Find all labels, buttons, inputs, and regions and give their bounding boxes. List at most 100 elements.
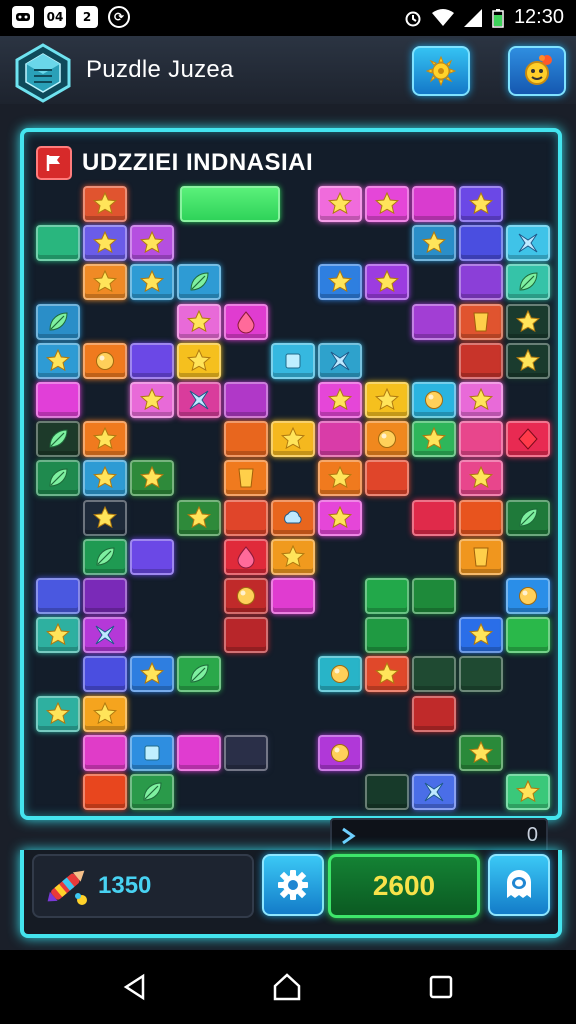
game-tile[interactable]	[318, 421, 362, 458]
game-tile[interactable]	[412, 225, 456, 262]
game-tile[interactable]	[177, 734, 221, 771]
game-tile[interactable]	[318, 382, 362, 418]
game-tile[interactable]	[130, 264, 174, 301]
game-tile[interactable]	[83, 460, 127, 497]
game-tile[interactable]	[412, 303, 456, 340]
game-tile[interactable]	[506, 342, 550, 379]
game-tile[interactable]	[36, 617, 80, 654]
game-tile[interactable]	[130, 538, 174, 575]
crystal-cube-icon[interactable]	[12, 42, 74, 104]
game-tile[interactable]	[412, 695, 456, 732]
game-tile[interactable]	[271, 421, 315, 458]
game-tile[interactable]	[36, 303, 80, 340]
game-tile[interactable]	[224, 734, 268, 771]
home-icon[interactable]	[272, 972, 302, 1002]
game-tile[interactable]	[224, 460, 268, 497]
game-tile[interactable]	[365, 617, 409, 654]
flower-badge-button[interactable]	[508, 46, 566, 96]
game-tile[interactable]	[412, 382, 456, 418]
game-tile[interactable]	[36, 421, 80, 458]
game-tile[interactable]	[365, 421, 409, 458]
game-tile[interactable]	[365, 656, 409, 693]
game-tile[interactable]	[224, 617, 268, 654]
game-tile[interactable]	[459, 499, 503, 536]
game-tile[interactable]	[459, 342, 503, 379]
game-tile[interactable]	[271, 342, 315, 379]
recents-square-icon[interactable]	[426, 972, 456, 1002]
game-tile[interactable]	[506, 303, 550, 340]
game-tile[interactable]	[130, 460, 174, 497]
game-tile[interactable]	[459, 656, 503, 693]
game-tile[interactable]	[83, 186, 127, 222]
game-tile[interactable]	[83, 617, 127, 654]
game-tile[interactable]	[318, 656, 362, 693]
game-tile[interactable]	[506, 617, 550, 654]
play-arrow-icon[interactable]	[338, 826, 358, 846]
game-tile[interactable]	[459, 382, 503, 418]
game-tile[interactable]	[412, 578, 456, 614]
game-tile[interactable]	[459, 264, 503, 301]
game-tile[interactable]	[506, 499, 550, 536]
game-tile[interactable]	[318, 342, 362, 379]
game-tile[interactable]	[318, 734, 362, 771]
game-tile[interactable]	[506, 225, 550, 262]
game-tile[interactable]	[83, 225, 127, 262]
game-tile[interactable]	[271, 538, 315, 575]
game-tile[interactable]	[83, 695, 127, 732]
game-tile[interactable]	[83, 578, 127, 614]
game-tile[interactable]	[365, 578, 409, 614]
game-tile[interactable]	[271, 499, 315, 536]
game-tile[interactable]	[271, 578, 315, 614]
game-tile[interactable]	[130, 734, 174, 771]
game-tile[interactable]	[36, 342, 80, 379]
game-tile[interactable]	[506, 774, 550, 810]
game-tile[interactable]	[459, 617, 503, 654]
game-tile[interactable]	[459, 186, 503, 222]
game-tile[interactable]	[177, 342, 221, 379]
game-tile[interactable]	[36, 460, 80, 497]
game-tile[interactable]	[318, 499, 362, 536]
game-tile[interactable]	[459, 303, 503, 340]
game-tile[interactable]	[36, 578, 80, 614]
sun-gear-button[interactable]	[412, 46, 470, 96]
game-tile[interactable]	[224, 578, 268, 614]
game-tile[interactable]	[83, 656, 127, 693]
game-tile[interactable]	[506, 421, 550, 458]
game-tile[interactable]	[83, 774, 127, 810]
game-tile[interactable]	[83, 499, 127, 536]
game-tile[interactable]	[459, 734, 503, 771]
game-tile[interactable]	[365, 460, 409, 497]
profile-button[interactable]	[488, 854, 550, 916]
game-tile[interactable]	[459, 225, 503, 262]
game-tile[interactable]	[318, 264, 362, 301]
game-tile[interactable]	[506, 578, 550, 614]
game-tile[interactable]	[412, 499, 456, 536]
game-tile[interactable]	[365, 264, 409, 301]
game-tile[interactable]	[365, 186, 409, 222]
game-tile[interactable]	[365, 774, 409, 810]
game-tile[interactable]	[83, 264, 127, 301]
game-tile[interactable]	[318, 186, 362, 222]
game-tile[interactable]	[83, 421, 127, 458]
game-tile[interactable]	[459, 421, 503, 458]
game-tile[interactable]	[506, 264, 550, 301]
game-tile[interactable]	[224, 382, 268, 418]
game-tile[interactable]	[36, 225, 80, 262]
game-tile[interactable]	[83, 734, 127, 771]
game-tile[interactable]	[318, 460, 362, 497]
game-tile[interactable]	[177, 499, 221, 536]
back-triangle-icon[interactable]	[120, 972, 150, 1002]
game-tile[interactable]	[459, 538, 503, 575]
game-tile[interactable]	[130, 225, 174, 262]
game-tile[interactable]	[412, 656, 456, 693]
game-tile[interactable]	[177, 303, 221, 340]
game-tile[interactable]	[365, 382, 409, 418]
game-tile[interactable]	[224, 421, 268, 458]
game-tile[interactable]	[177, 264, 221, 301]
game-tile[interactable]	[130, 774, 174, 810]
game-tile[interactable]	[130, 382, 174, 418]
game-tile[interactable]	[224, 499, 268, 536]
game-tile[interactable]	[130, 342, 174, 379]
game-tile[interactable]	[412, 774, 456, 810]
game-tile[interactable]	[224, 303, 268, 340]
